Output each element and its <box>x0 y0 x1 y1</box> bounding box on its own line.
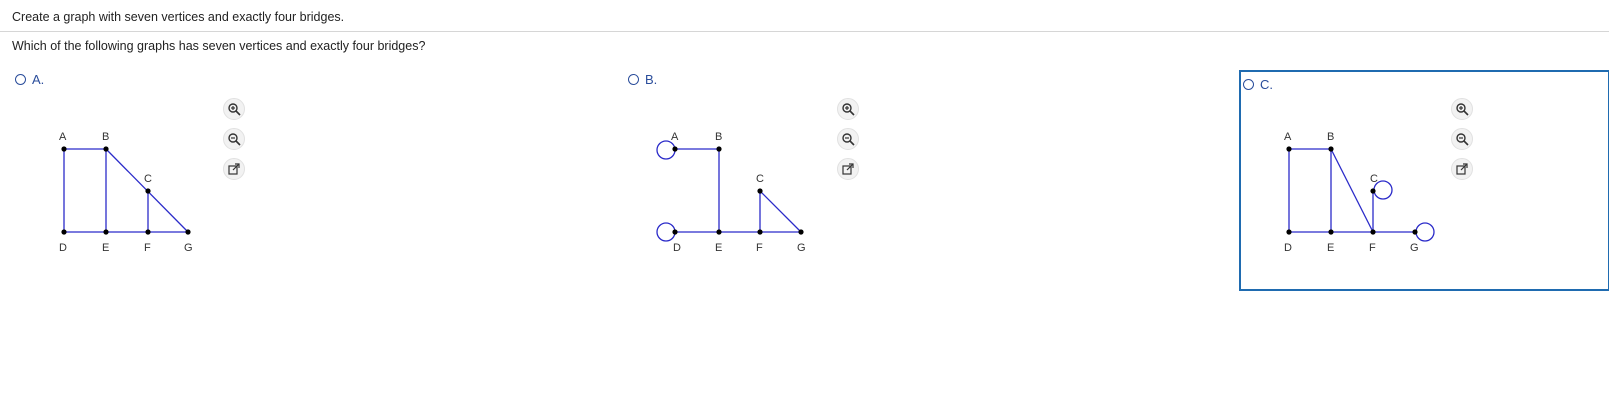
vertex-label: E <box>1327 242 1334 254</box>
open-new-window-button[interactable] <box>837 158 859 180</box>
vertex-label: C <box>144 173 152 185</box>
zoom-in-icon <box>1456 103 1469 116</box>
tool-group-c <box>1451 98 1473 180</box>
zoom-in-icon <box>228 103 241 116</box>
zoom-out-button[interactable] <box>223 128 245 150</box>
vertex-label: F <box>144 242 151 254</box>
zoom-out-button[interactable] <box>837 128 859 150</box>
open-new-window-icon <box>228 163 240 175</box>
vertex-label: D <box>1284 242 1292 254</box>
option-letter: B. <box>645 72 658 87</box>
zoom-in-button[interactable] <box>837 98 859 120</box>
vertex-label: G <box>1410 242 1419 254</box>
vertex-label: G <box>797 242 806 254</box>
open-new-window-icon <box>842 163 854 175</box>
question-prompt: Which of the following graphs has seven … <box>12 39 426 53</box>
option-a-label[interactable]: A. <box>15 72 44 87</box>
zoom-out-icon <box>1456 133 1469 146</box>
vertex-label: B <box>1327 131 1334 143</box>
zoom-in-button[interactable] <box>1451 98 1473 120</box>
tool-group-b <box>837 98 859 180</box>
vertex-label: G <box>184 242 193 254</box>
option-b-label[interactable]: B. <box>628 72 657 87</box>
radio-button[interactable] <box>15 74 26 85</box>
vertex-label: C <box>756 173 764 185</box>
option-letter: A. <box>32 72 45 87</box>
graph-c: A B C D E F G <box>1284 131 1435 254</box>
vertex-label: E <box>102 242 109 254</box>
radio-button[interactable] <box>628 74 639 85</box>
zoom-in-button[interactable] <box>223 98 245 120</box>
open-new-window-button[interactable] <box>1451 158 1473 180</box>
vertex-label: C <box>1370 173 1378 185</box>
graph-a: A B C D E F G <box>59 131 193 254</box>
vertex-label: D <box>673 242 681 254</box>
vertex-label: A <box>59 131 67 143</box>
option-letter: C. <box>1260 77 1273 92</box>
zoom-in-icon <box>842 103 855 116</box>
open-new-window-icon <box>1456 163 1468 175</box>
zoom-out-icon <box>228 133 241 146</box>
vertex-label: F <box>1369 242 1376 254</box>
tool-group-a <box>223 98 245 180</box>
vertex-label: A <box>671 131 679 143</box>
question-title: Create a graph with seven vertices and e… <box>12 10 345 24</box>
vertex-label: B <box>715 131 722 143</box>
vertex-label: F <box>756 242 763 254</box>
graph-b: A B C D E F G <box>656 131 806 254</box>
vertex-label: D <box>59 242 67 254</box>
vertex-label: A <box>1284 131 1292 143</box>
zoom-out-icon <box>842 133 855 146</box>
zoom-out-button[interactable] <box>1451 128 1473 150</box>
divider <box>0 31 1609 32</box>
option-b[interactable]: B. <box>628 72 657 87</box>
open-new-window-button[interactable] <box>223 158 245 180</box>
option-a[interactable]: A. <box>15 72 44 87</box>
vertex-label: E <box>715 242 722 254</box>
radio-button[interactable] <box>1243 79 1254 90</box>
vertex-label: B <box>102 131 109 143</box>
option-c-label[interactable]: C. <box>1243 77 1273 92</box>
